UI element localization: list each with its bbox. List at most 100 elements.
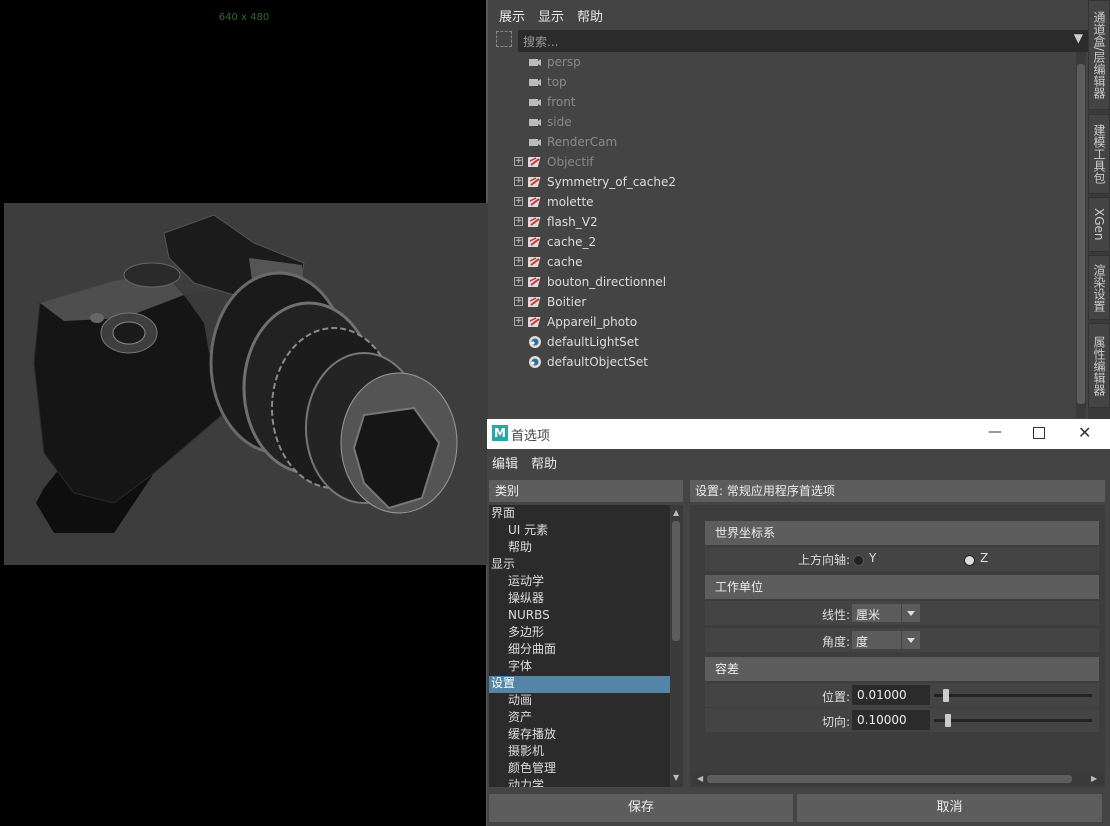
tangent-row: 切向: 0.10000	[705, 708, 1099, 732]
linear-label: 线性:	[821, 608, 850, 622]
category-item[interactable]: 细分曲面	[508, 641, 556, 658]
radio-z[interactable]	[964, 555, 975, 566]
outliner-item[interactable]: + cache_2	[490, 232, 1074, 252]
title-bar[interactable]	[487, 419, 1110, 449]
resolution-gate[interactable]	[4, 203, 488, 565]
settings-hscroll-thumb[interactable]	[707, 775, 1072, 783]
outliner-item[interactable]: + molette	[490, 192, 1074, 212]
outliner-item[interactable]: RenderCam	[490, 132, 1074, 152]
expand-icon[interactable]: +	[514, 177, 523, 186]
position-slider[interactable]	[934, 694, 1092, 697]
prefs-menu-help[interactable]: 帮助	[531, 453, 557, 472]
section-world-coords[interactable]: 世界坐标系	[705, 521, 1099, 545]
category-item[interactable]: 动画	[508, 692, 532, 709]
category-items[interactable]: 界面 UI 元素 帮助 显示 运动学 操纵器 NURBS 多边形 细分曲面 字体 设置 动画 资产 缓存播…	[489, 505, 670, 787]
category-item[interactable]: 设置	[491, 675, 515, 692]
outliner-item-label: defaultLightSet	[547, 335, 639, 349]
category-item[interactable]: 动力学	[508, 777, 544, 787]
outliner-scrollbar[interactable]	[1076, 52, 1086, 418]
category-item[interactable]: 摄影机	[508, 743, 544, 760]
category-item[interactable]: NURBS	[508, 607, 550, 624]
outliner-search-input[interactable]: 搜索... ▼	[518, 30, 1088, 52]
expand-icon[interactable]: +	[514, 317, 523, 326]
expand-icon[interactable]: +	[514, 257, 523, 266]
category-item[interactable]: UI 元素	[508, 522, 548, 539]
section-tolerance[interactable]: 容差	[705, 657, 1099, 681]
expand-icon[interactable]: +	[514, 157, 523, 166]
radio-y[interactable]	[853, 555, 864, 566]
category-scrollbar[interactable]: ▲ ▼	[670, 505, 683, 787]
category-item[interactable]: 运动学	[508, 573, 544, 590]
transform-icon	[525, 255, 542, 269]
outliner-menu-show[interactable]: 显示	[538, 6, 564, 25]
tab-render-settings[interactable]: 渲染设置	[1088, 255, 1110, 320]
outliner-item[interactable]: + bouton_directionnel	[490, 272, 1074, 292]
tangent-slider[interactable]	[934, 719, 1092, 722]
outliner-scroll-thumb[interactable]	[1077, 64, 1085, 404]
outliner-item[interactable]: top	[490, 72, 1074, 92]
category-item[interactable]: 多边形	[508, 624, 544, 641]
outliner-item[interactable]: + cache	[490, 252, 1074, 272]
close-icon[interactable]: ✕	[1078, 423, 1091, 442]
chevron-down-icon[interactable]	[901, 631, 920, 649]
transform-icon	[525, 295, 542, 309]
scroll-right-icon[interactable]: ▶	[1091, 774, 1097, 783]
save-button[interactable]: 保存	[489, 794, 793, 822]
category-item[interactable]: 帮助	[508, 539, 532, 556]
tab-attribute-editor[interactable]: 属性编辑器	[1088, 323, 1110, 408]
outliner-item[interactable]: side	[490, 112, 1074, 132]
tangent-slider-handle[interactable]	[945, 714, 952, 727]
category-item[interactable]: 缓存播放	[508, 726, 556, 743]
angular-unit-dropdown[interactable]: 度	[851, 630, 921, 650]
category-item[interactable]: 资产	[508, 709, 532, 726]
linear-unit-dropdown[interactable]: 厘米	[851, 603, 921, 623]
category-item[interactable]: 显示	[491, 556, 515, 573]
cancel-button[interactable]: 取消	[797, 794, 1102, 822]
tangent-field[interactable]: 0.10000	[852, 710, 930, 730]
expand-icon[interactable]: +	[514, 197, 523, 206]
scroll-left-icon[interactable]: ◀	[697, 774, 703, 783]
outliner-item[interactable]: front	[490, 92, 1074, 112]
prefs-menu-bar	[487, 450, 1110, 474]
position-slider-handle[interactable]	[943, 689, 950, 702]
category-scroll-thumb[interactable]	[672, 521, 680, 641]
camera-icon	[528, 75, 542, 89]
category-item[interactable]: 操纵器	[508, 590, 544, 607]
minimize-icon[interactable]: —	[988, 424, 1002, 440]
tab-channel-box[interactable]: 通道盒/层编辑器	[1088, 0, 1110, 110]
maximize-icon[interactable]	[1033, 427, 1045, 439]
settings-hscrollbar[interactable]: ◀ ▶	[693, 773, 1105, 785]
expand-icon[interactable]: +	[514, 277, 523, 286]
position-field[interactable]: 0.01000	[852, 685, 930, 705]
outliner-list[interactable]: persp top front side RenderCam + Objectif + Symm…	[490, 52, 1074, 418]
outliner-menu-help[interactable]: 帮助	[577, 6, 603, 25]
category-item[interactable]: 字体	[508, 658, 532, 675]
category-item[interactable]: 颜色管理	[508, 760, 556, 777]
outliner-item-label: side	[547, 115, 572, 129]
outliner-item-label: bouton_directionnel	[547, 275, 667, 289]
outliner-item[interactable]: + Objectif	[490, 152, 1074, 172]
expand-icon[interactable]: +	[514, 217, 523, 226]
chevron-down-icon[interactable]	[901, 604, 920, 622]
transform-icon	[525, 195, 542, 209]
section-working-units[interactable]: 工作单位	[705, 575, 1099, 599]
chevron-down-icon[interactable]: ▼	[1074, 31, 1083, 45]
outliner-item[interactable]: persp	[490, 52, 1074, 72]
category-item[interactable]: 界面	[491, 505, 515, 522]
filter-icon[interactable]	[496, 31, 512, 47]
outliner-item[interactable]: + Symmetry_of_cache2	[490, 172, 1074, 192]
tab-modeling-toolkit[interactable]: 建模工具包	[1088, 114, 1110, 194]
transform-icon	[525, 175, 542, 189]
outliner-item[interactable]: defaultObjectSet	[490, 352, 1074, 372]
outliner-item[interactable]: + Appareil_photo	[490, 312, 1074, 332]
expand-icon[interactable]: +	[514, 237, 523, 246]
expand-icon[interactable]: +	[514, 297, 523, 306]
prefs-menu-edit[interactable]: 编辑	[492, 453, 518, 472]
outliner-item[interactable]: defaultLightSet	[490, 332, 1074, 352]
scroll-up-icon[interactable]: ▲	[673, 508, 679, 517]
outliner-menu-display[interactable]: 展示	[499, 6, 525, 25]
tab-xgen[interactable]: XGen	[1088, 197, 1110, 252]
outliner-item[interactable]: + flash_V2	[490, 212, 1074, 232]
outliner-item[interactable]: + Boitier	[490, 292, 1074, 312]
scroll-down-icon[interactable]: ▼	[673, 773, 679, 782]
